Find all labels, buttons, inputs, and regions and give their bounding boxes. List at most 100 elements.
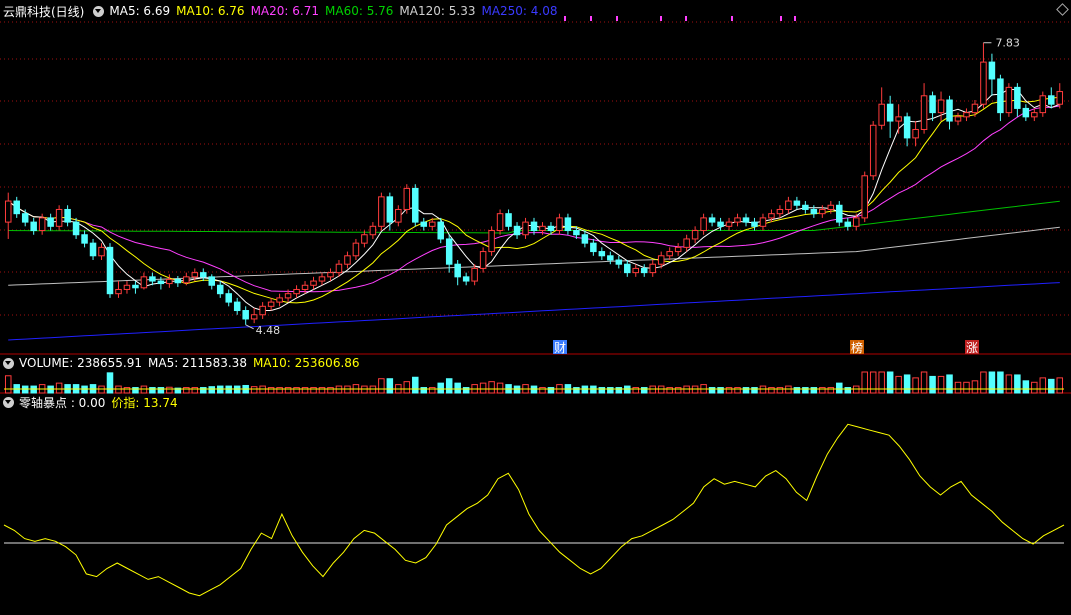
candle-body	[869, 124, 877, 177]
candle-body	[318, 276, 326, 282]
high-price-label: 7.83	[995, 37, 1020, 50]
volume-bar	[1005, 374, 1013, 394]
volume-bar	[369, 385, 377, 394]
candle-body	[259, 305, 266, 316]
candle-body	[428, 221, 436, 227]
volume-bar	[496, 382, 504, 394]
volume-bar	[878, 371, 885, 394]
candle-body	[378, 196, 385, 227]
candle-body	[912, 128, 919, 139]
volume-bar	[852, 385, 860, 394]
candle-body	[1048, 95, 1055, 105]
candle-body	[437, 221, 444, 240]
candle-body	[929, 95, 936, 114]
candle-body	[946, 99, 953, 122]
volume-bar	[624, 385, 631, 394]
volume-bar	[547, 387, 555, 394]
volume-bar	[1022, 380, 1030, 394]
candle-body	[386, 196, 394, 223]
volume-bar	[233, 385, 241, 394]
volume-bar	[420, 387, 428, 394]
volume-bar	[403, 381, 411, 394]
candle-body	[335, 263, 343, 274]
candle-body	[802, 204, 809, 210]
volume-bar	[140, 385, 148, 394]
stock-chart[interactable]: 7.83 4.48 财 榜 涨	[0, 0, 1071, 615]
candle-body	[1056, 91, 1064, 105]
candle-body	[776, 208, 784, 215]
volume-bar	[276, 387, 283, 394]
candle-body	[250, 314, 258, 320]
volume-bar	[445, 378, 453, 394]
candle-body	[47, 217, 54, 227]
candle-body	[471, 267, 478, 282]
candle-body	[454, 263, 461, 278]
volume-bar	[310, 387, 317, 394]
volume-bar	[293, 387, 300, 394]
volume-bar	[318, 387, 326, 394]
candle-body	[64, 208, 71, 223]
candle-body	[615, 259, 623, 265]
candle-body	[734, 217, 741, 223]
candle-body	[293, 288, 300, 295]
candle-body	[980, 61, 987, 105]
candle-body	[751, 221, 758, 227]
volume-bar	[513, 385, 521, 394]
volume-bar	[21, 385, 29, 394]
candle-body	[717, 221, 724, 227]
volume-bar	[590, 385, 597, 394]
candle-body	[200, 272, 207, 278]
candle-body	[4, 200, 12, 223]
volume-bar	[454, 382, 461, 394]
candle-body	[683, 238, 690, 248]
candle-body	[1031, 112, 1038, 118]
candle-body	[149, 276, 156, 282]
volume-bar	[132, 387, 139, 394]
candle-body	[327, 272, 334, 278]
candle-body	[878, 103, 885, 126]
candle-body	[225, 293, 232, 303]
candle-body	[895, 116, 902, 122]
candle-body	[988, 61, 996, 80]
candle-body	[836, 204, 843, 223]
volume-bar	[598, 387, 606, 394]
volume-bar	[861, 371, 868, 394]
volume-bar	[691, 385, 699, 394]
candle-body	[547, 225, 555, 232]
volume-bar	[954, 381, 962, 394]
volume-bar	[971, 380, 979, 394]
volume-bar	[683, 385, 690, 394]
volume-bar	[335, 385, 343, 394]
candle-body	[539, 225, 546, 232]
candle-body	[1022, 107, 1030, 118]
volume-bar	[768, 387, 775, 394]
volume-bar	[55, 382, 63, 394]
candle-body	[505, 213, 512, 227]
candle-body	[886, 103, 894, 122]
candle-body	[598, 251, 606, 257]
volume-bar	[819, 387, 826, 394]
candle-body	[276, 297, 283, 303]
candle-body	[937, 99, 945, 114]
volume-bar	[115, 385, 122, 394]
volume-bar	[836, 382, 843, 394]
volume-bar	[30, 385, 37, 394]
volume-bar	[573, 387, 580, 394]
candle-body	[55, 208, 63, 227]
volume-bar	[717, 387, 724, 394]
candle-body	[674, 246, 682, 253]
volume-bar	[912, 377, 919, 394]
candle-body	[708, 217, 716, 223]
candle-body	[344, 255, 351, 265]
candle-body	[793, 200, 801, 206]
volume-bar	[802, 387, 809, 394]
candle-body	[564, 217, 572, 232]
event-tag-label: 涨	[966, 340, 978, 355]
candle-body	[479, 251, 487, 269]
volume-bar	[903, 374, 911, 394]
volume-bar	[488, 381, 495, 394]
volume-bar	[640, 387, 648, 394]
candle-body	[997, 78, 1004, 114]
candle-body	[513, 225, 521, 236]
volume-bar	[4, 375, 12, 394]
